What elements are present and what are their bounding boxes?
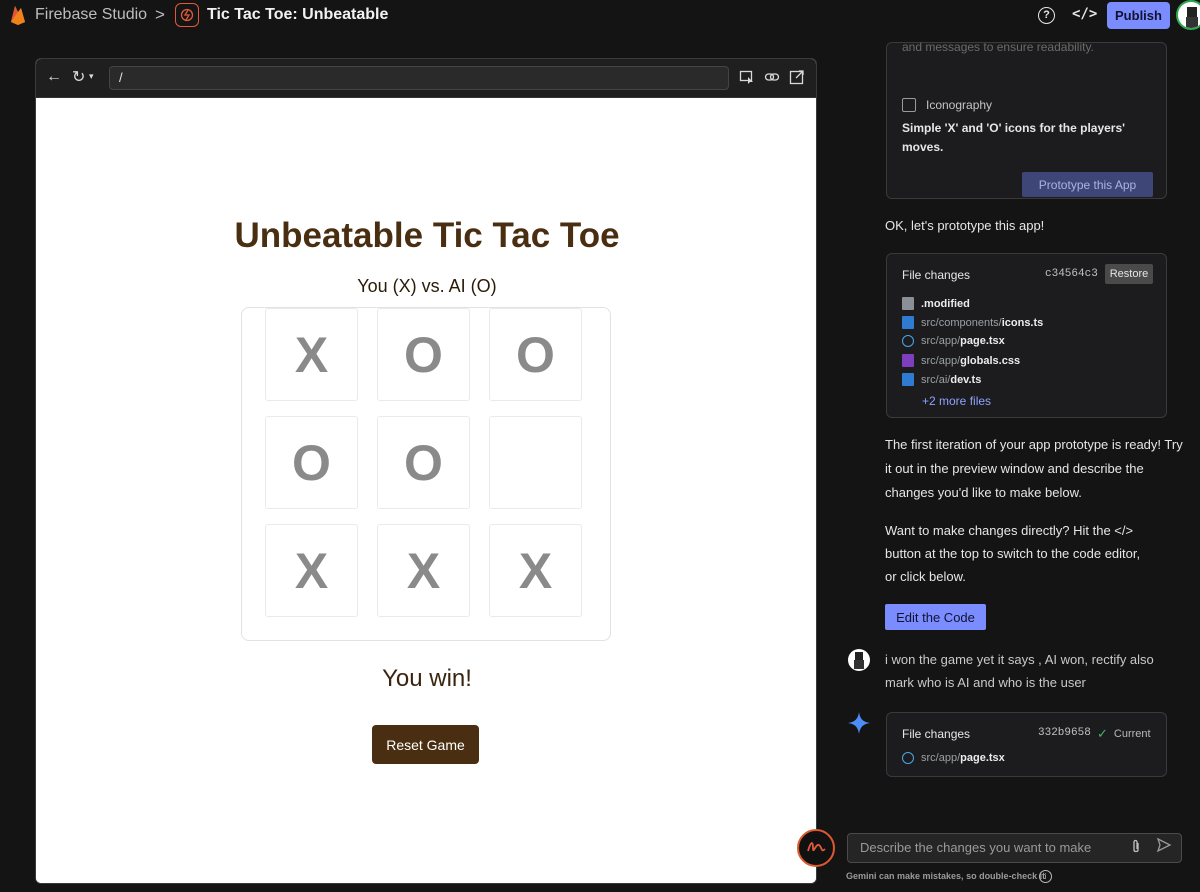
board-cell[interactable]: X (265, 524, 358, 617)
react-file-icon (902, 335, 914, 347)
file-item[interactable]: src/components/icons.ts (902, 316, 1043, 329)
brand[interactable]: Firebase Studio (8, 4, 147, 26)
restore-button[interactable]: Restore (1105, 264, 1153, 284)
bot-logo-icon (807, 842, 826, 852)
reset-game-button[interactable]: Reset Game (372, 725, 479, 764)
current-badge: ✓ Current (1097, 726, 1151, 741)
url-input[interactable]: / (109, 66, 729, 90)
feature-description: Simple 'X' and 'O' icons for the players… (902, 121, 1125, 154)
file-changes-card: File changes 332b9658 ✓ Current src/app/… (886, 712, 1167, 777)
game-board: X O O O O X X X (241, 307, 611, 641)
firebase-logo-icon (11, 6, 25, 25)
iconography-icon (902, 98, 916, 112)
select-element-icon[interactable] (738, 69, 756, 87)
reload-icon[interactable]: ↻ (72, 67, 85, 87)
help-icon[interactable]: ? (1038, 7, 1055, 24)
open-external-icon[interactable] (788, 69, 806, 87)
avatar-icon (854, 652, 864, 669)
info-icon[interactable]: i (1039, 870, 1052, 883)
edit-code-button[interactable]: Edit the Code (885, 604, 986, 630)
check-icon: ✓ (1097, 726, 1108, 741)
send-icon[interactable] (1156, 837, 1172, 857)
typescript-file-icon (902, 373, 914, 386)
file-changes-title: File changes (902, 727, 971, 741)
disclaimer-text: Gemini can make mistakes, so double-chec… (846, 871, 1046, 881)
file-changes-title: File changes (902, 268, 971, 282)
link-icon[interactable] (763, 69, 781, 87)
feature-label: Iconography (902, 98, 992, 112)
board-cell[interactable]: O (377, 308, 470, 401)
file-item[interactable]: src/ai/dev.ts (902, 373, 981, 386)
user-message: i won the game yet it says , AI won, rec… (885, 652, 1154, 690)
user-avatar-small (848, 649, 870, 671)
assistant-message: OK, let's prototype this app! (885, 218, 1045, 233)
file-item[interactable]: src/app/page.tsx (902, 752, 1005, 764)
board-cell[interactable]: X (489, 524, 582, 617)
commit-hash: c34564c3 (1045, 268, 1098, 280)
game-title: Unbeatable Tic Tac Toe (234, 216, 620, 255)
attach-icon[interactable] (1130, 839, 1142, 858)
project-logo-icon (180, 8, 194, 22)
file-changes-card: File changes c34564c3 Restore .modified … (886, 253, 1167, 418)
board-cell[interactable]: O (265, 416, 358, 509)
top-bar: Firebase Studio > Tic Tac Toe: Unbeatabl… (0, 0, 1200, 32)
bot-avatar (797, 829, 835, 867)
file-item[interactable]: .modified (902, 297, 970, 310)
preview-pane: ← ↻ ▾ / Unbeatable Tic Tac Toe You (X) v… (35, 58, 817, 884)
publish-button[interactable]: Publish (1107, 2, 1170, 29)
preview-toolbar: ← ↻ ▾ / (36, 59, 816, 98)
css-file-icon (902, 354, 914, 367)
board-cell[interactable]: X (265, 308, 358, 401)
board-cell[interactable]: O (377, 416, 470, 509)
assistant-message-line: Want to make changes directly? Hit the <… (885, 523, 1134, 538)
assistant-message-line: button at the top to switch to the code … (885, 546, 1141, 561)
chevron-down-icon[interactable]: ▾ (89, 71, 94, 82)
game-status: You win! (382, 665, 472, 692)
commit-hash: 332b9658 (1038, 727, 1091, 739)
board-cell[interactable] (489, 416, 582, 509)
breadcrumb-separator: > (155, 5, 165, 24)
chat-panel: and messages to ensure readability. Icon… (830, 32, 1200, 892)
file-item[interactable]: src/app/page.tsx (902, 335, 1005, 347)
code-toggle-icon[interactable]: </> (1072, 6, 1097, 22)
assistant-message-line: or click below. (885, 569, 966, 584)
gemini-spark-icon (848, 712, 870, 734)
user-avatar[interactable] (1176, 0, 1200, 30)
preview-content: Unbeatable Tic Tac Toe You (X) vs. AI (O… (36, 98, 816, 883)
feature-label-text: Iconography (926, 98, 993, 112)
blueprint-card: and messages to ensure readability. Icon… (886, 40, 1167, 199)
file-icon (902, 297, 914, 310)
assistant-message: The first iteration of your app prototyp… (885, 437, 1183, 500)
project-icon (175, 3, 199, 27)
typescript-file-icon (902, 316, 914, 329)
prototype-app-button[interactable]: Prototype this App (1022, 172, 1153, 197)
back-arrow-icon[interactable]: ← (46, 68, 62, 86)
avatar-icon (1186, 7, 1198, 28)
game-subtitle: You (X) vs. AI (O) (357, 276, 497, 296)
more-files-link[interactable]: +2 more files (922, 394, 991, 408)
brand-name: Firebase Studio (35, 6, 148, 23)
react-file-icon (902, 752, 914, 764)
file-item[interactable]: src/app/globals.css (902, 354, 1020, 367)
board-cell[interactable]: X (377, 524, 470, 617)
project-title: Tic Tac Toe: Unbeatable (207, 6, 389, 23)
board-cell[interactable]: O (489, 308, 582, 401)
faded-text: and messages to ensure readability. (902, 40, 1094, 54)
